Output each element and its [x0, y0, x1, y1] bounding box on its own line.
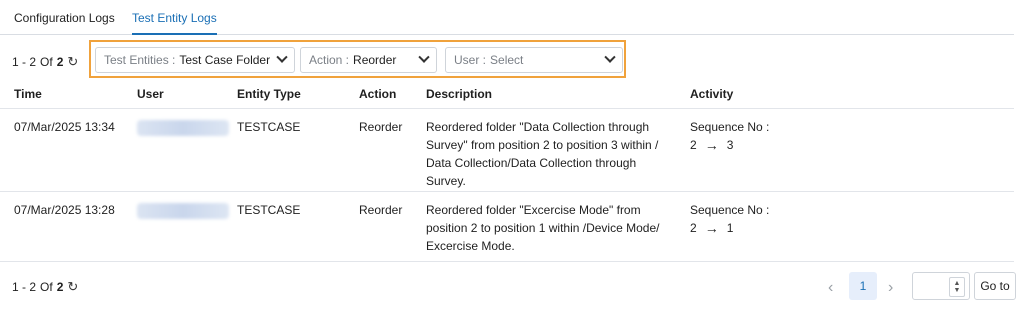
sequence-from: 2 [690, 221, 697, 235]
row-action: Reorder [359, 120, 403, 134]
sequence-change: 2 → 3 [690, 136, 769, 154]
tab-test-entity-logs[interactable]: Test Entity Logs [132, 11, 217, 35]
chevron-up-icon[interactable]: ▲ [954, 280, 961, 287]
column-header-user[interactable]: User [137, 87, 164, 101]
chevron-right-icon[interactable]: › [888, 279, 893, 297]
row-entity-type: TESTCASE [237, 203, 301, 217]
record-of-label: Of [40, 280, 53, 294]
row-description: Reordered folder "Data Collection throug… [426, 120, 659, 188]
chevron-left-icon[interactable]: ‹ [828, 279, 833, 297]
row-entity-type: TESTCASE [237, 120, 301, 134]
sequence-to: 3 [726, 138, 734, 152]
chevron-down-icon[interactable]: ▼ [954, 287, 961, 294]
chevron-down-icon [276, 51, 288, 63]
refresh-icon[interactable]: ↻ [67, 54, 78, 70]
record-count-top: 1 - 2 Of 2 ↻ [12, 54, 78, 70]
row-user [137, 201, 229, 224]
row-activity: Sequence No : 2 → 1 [690, 201, 769, 237]
record-of-label: Of [40, 55, 53, 69]
record-range: 1 - 2 [12, 280, 37, 294]
row-action: Reorder [359, 203, 403, 217]
refresh-icon[interactable]: ↻ [67, 279, 78, 295]
action-value: Reorder [353, 53, 397, 67]
test-entities-label: Test Entities : [104, 53, 176, 67]
sequence-from: 2 [690, 138, 697, 152]
activity-label: Sequence No : [690, 120, 770, 134]
arrow-right-icon: → [704, 137, 719, 153]
column-header-description[interactable]: Description [426, 87, 676, 101]
table-row: 07/Mar/2025 13:34 TESTCASE Reorder Reord… [0, 109, 1014, 192]
test-entities-select[interactable]: Test Entities : Test Case Folder [95, 47, 295, 73]
activity-label: Sequence No : [690, 203, 770, 217]
chevron-down-icon [604, 51, 616, 63]
user-select[interactable]: User : Select [445, 47, 623, 73]
record-range: 1 - 2 [12, 55, 37, 69]
column-header-entity-type[interactable]: Entity Type [237, 87, 301, 101]
log-tabs: Configuration Logs Test Entity Logs [0, 0, 1014, 35]
row-time: 07/Mar/2025 13:28 [14, 203, 115, 217]
user-label: User : [454, 53, 487, 67]
table-row: 07/Mar/2025 13:28 TESTCASE Reorder Reord… [0, 192, 1014, 262]
action-label: Action : [309, 53, 350, 67]
column-header-action[interactable]: Action [359, 87, 396, 101]
page-stepper[interactable]: ▲ ▼ [949, 277, 965, 297]
user-value: Select [490, 53, 524, 67]
redacted-user-name [137, 203, 229, 219]
record-count-bottom: 1 - 2 Of 2 ↻ [12, 279, 78, 295]
column-header-activity[interactable]: Activity [690, 87, 733, 101]
sequence-to: 1 [726, 221, 734, 235]
record-total: 2 [56, 55, 64, 69]
sequence-change: 2 → 1 [690, 219, 769, 237]
column-header-time[interactable]: Time [14, 87, 42, 101]
chevron-down-icon [418, 51, 430, 63]
go-to-button[interactable]: Go to [974, 272, 1016, 300]
redacted-user-name [137, 120, 229, 136]
tab-configuration-logs[interactable]: Configuration Logs [14, 11, 115, 25]
row-user [137, 118, 229, 141]
logs-table: Time User Entity Type Action Description… [0, 80, 1014, 262]
test-entities-value: Test Case Folder [179, 53, 271, 67]
row-time: 07/Mar/2025 13:34 [14, 120, 115, 134]
arrow-right-icon: → [704, 220, 719, 236]
page-number-input[interactable]: ▲ ▼ [912, 272, 970, 300]
record-total: 2 [56, 280, 64, 294]
action-select[interactable]: Action : Reorder [300, 47, 437, 73]
page-button-current[interactable]: 1 [849, 272, 877, 300]
row-activity: Sequence No : 2 → 3 [690, 118, 769, 154]
filter-group: Test Entities : Test Case Folder Action … [89, 40, 626, 78]
row-description: Reordered folder "Excercise Mode" from p… [426, 203, 660, 253]
table-header: Time User Entity Type Action Description… [0, 80, 1014, 109]
